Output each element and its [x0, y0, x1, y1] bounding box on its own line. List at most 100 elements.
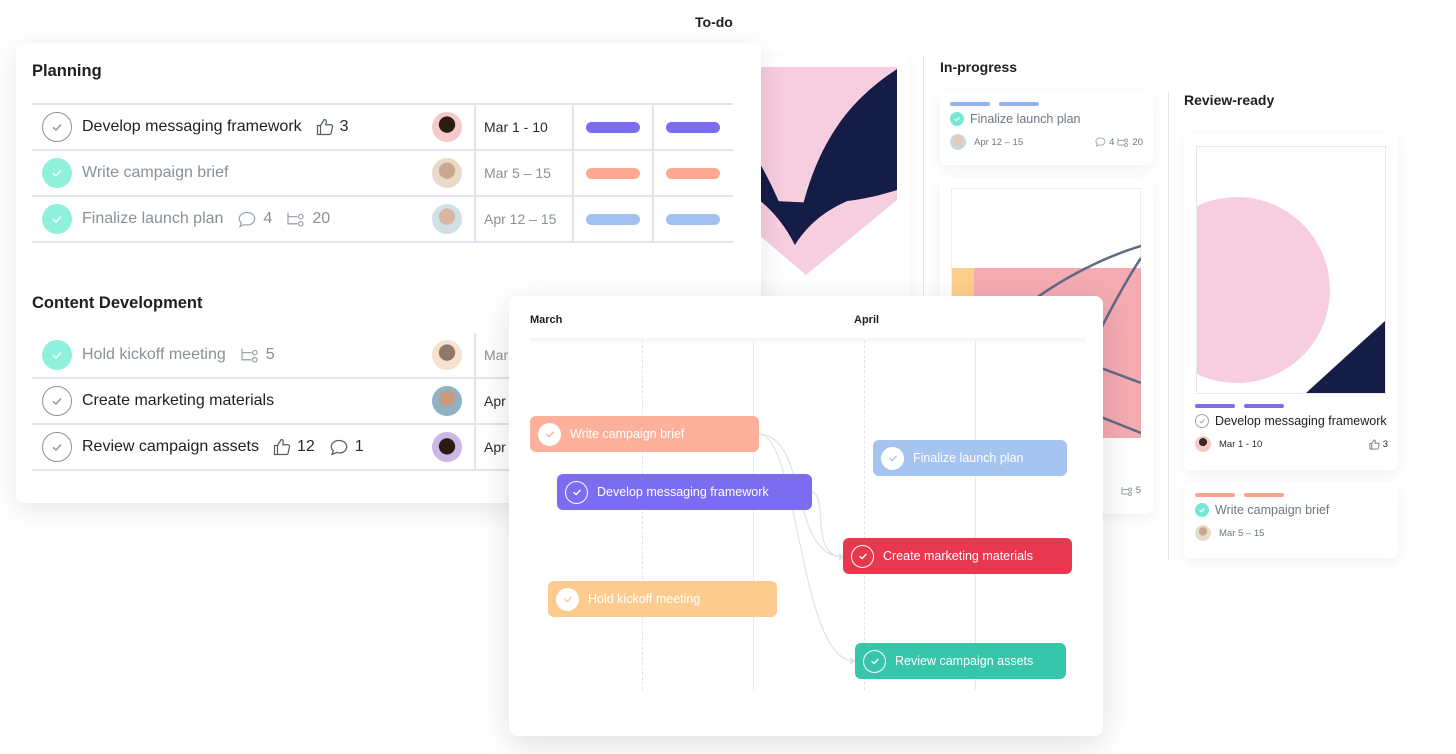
tag [1244, 404, 1284, 408]
column-title-review-ready: Review-ready [1184, 92, 1275, 108]
tag [1244, 493, 1284, 497]
status-pill[interactable] [586, 121, 640, 133]
task-row[interactable]: Develop messaging framework 3 Mar 1 - 10 [32, 105, 733, 151]
timeline-bar-write-campaign-brief[interactable]: Write campaign brief [530, 416, 759, 452]
complete-task-checkbox[interactable] [42, 158, 72, 188]
thumbs-up-icon[interactable] [316, 118, 334, 136]
avatar [1195, 436, 1211, 452]
check-icon[interactable] [1195, 503, 1209, 517]
task-row[interactable]: Finalize launch plan 4 20 Apr 12 – 15 [32, 197, 733, 243]
bar-label: Create marketing materials [883, 549, 1034, 563]
timeline-panel: March April Write campaign brief Develop… [509, 296, 1103, 736]
check-icon[interactable] [1195, 414, 1209, 428]
check-icon[interactable] [556, 587, 579, 611]
card-meta: Mar 1 - 10 3 [1195, 436, 1388, 452]
complete-task-checkbox[interactable] [42, 432, 72, 462]
timeline-bar-develop-messaging-framework[interactable]: Develop messaging framework [557, 474, 812, 510]
check-icon[interactable] [863, 649, 886, 673]
board-card-develop-messaging-framework[interactable]: Develop messaging framework Mar 1 - 10 3 [1184, 134, 1398, 470]
bar-label: Write campaign brief [570, 427, 685, 441]
subtask-icon[interactable] [286, 211, 306, 227]
due-date[interactable]: Apr 12 – 15 [474, 197, 572, 241]
avatar [950, 134, 966, 150]
comments: 4 [237, 210, 272, 228]
check-icon[interactable] [881, 446, 904, 470]
complete-task-checkbox[interactable] [42, 112, 72, 142]
comment-count: 4 [263, 210, 273, 227]
task-name[interactable]: Hold kickoff meeting [82, 346, 226, 364]
likes: 12 [273, 438, 315, 456]
like-count: 12 [296, 438, 315, 455]
assignee-avatar[interactable] [432, 204, 462, 234]
column-divider [923, 55, 924, 295]
card-meta: 5 [1121, 485, 1141, 496]
status-pill[interactable] [586, 167, 640, 179]
card-title-text: Develop messaging framework [1215, 414, 1387, 428]
priority-pill[interactable] [666, 167, 720, 179]
due-date[interactable]: Mar 1 - 10 [474, 105, 572, 149]
timeline-bar-finalize-launch-plan[interactable]: Finalize launch plan [873, 440, 1067, 476]
subtasks: 20 [286, 210, 330, 228]
column-title-in-progress: In-progress [940, 59, 1018, 75]
task-row[interactable]: Write campaign brief Mar 5 – 15 [32, 151, 733, 197]
priority-pill[interactable] [666, 121, 720, 133]
card-meta: Mar 5 – 15 [1195, 525, 1387, 541]
check-icon[interactable] [565, 480, 588, 504]
assignee-avatar[interactable] [432, 158, 462, 188]
card-date: Mar 1 - 10 [1219, 438, 1263, 450]
card-title-text: Write campaign brief [1215, 503, 1330, 517]
thumbs-up-icon [1369, 438, 1380, 450]
comment-count: 1 [354, 438, 364, 455]
assignee-avatar[interactable] [432, 432, 462, 462]
subtask-icon [1121, 486, 1132, 496]
like-count: 3 [339, 118, 349, 135]
task-name[interactable]: Review campaign assets [82, 438, 259, 456]
subtask-icon[interactable] [240, 347, 260, 363]
priority-pill[interactable] [666, 213, 720, 225]
tag [999, 102, 1039, 106]
card-tags [1195, 493, 1387, 497]
task-name[interactable]: Develop messaging framework [82, 118, 302, 136]
assignee-avatar[interactable] [432, 112, 462, 142]
check-icon[interactable] [538, 422, 561, 446]
tag [1195, 404, 1235, 408]
timeline-bar-review-campaign-assets[interactable]: Review campaign assets [855, 643, 1066, 679]
comment-count: 4 [1109, 136, 1115, 148]
avatar [1195, 525, 1211, 541]
subtask-icon [1117, 138, 1129, 147]
status-pill[interactable] [586, 213, 640, 225]
card-title: Develop messaging framework [1195, 414, 1388, 428]
assignee-avatar[interactable] [432, 340, 462, 370]
bar-label: Hold kickoff meeting [588, 592, 701, 606]
task-name[interactable]: Write campaign brief [82, 164, 228, 182]
assignee-avatar[interactable] [432, 386, 462, 416]
comment-icon[interactable] [237, 211, 257, 228]
task-name[interactable]: Create marketing materials [82, 392, 274, 410]
task-name[interactable]: Finalize launch plan [82, 210, 223, 228]
complete-task-checkbox[interactable] [42, 340, 72, 370]
timeline-bar-hold-kickoff-meeting[interactable]: Hold kickoff meeting [548, 581, 777, 617]
card-title: Write campaign brief [1195, 503, 1387, 517]
board-card-write-campaign-brief[interactable]: Write campaign brief Mar 5 – 15 [1184, 482, 1398, 558]
complete-task-checkbox[interactable] [42, 386, 72, 416]
card-tags [1195, 404, 1388, 408]
due-date[interactable]: Mar 5 – 15 [474, 151, 572, 195]
section-title-content-development: Content Development [32, 294, 203, 312]
thumbs-up-icon[interactable] [273, 438, 291, 456]
timeline-bar-create-marketing-materials[interactable]: Create marketing materials [843, 538, 1072, 574]
dependency-line [758, 433, 855, 662]
subtasks: 5 [240, 346, 275, 364]
check-icon[interactable] [950, 112, 964, 126]
subtask-count: 5 [1135, 485, 1141, 496]
tag [1195, 493, 1235, 497]
likes: 3 [316, 118, 349, 136]
check-icon[interactable] [851, 544, 874, 568]
subtask-count: 20 [1132, 136, 1143, 148]
comment-icon[interactable] [329, 439, 349, 456]
tag [950, 102, 990, 106]
board-card-finalize-launch-plan[interactable]: Finalize launch plan Apr 12 – 15 4 20 [940, 90, 1153, 165]
bar-label: Finalize launch plan [913, 451, 1024, 465]
comments: 1 [329, 438, 364, 456]
dependency-line [811, 491, 844, 558]
complete-task-checkbox[interactable] [42, 204, 72, 234]
